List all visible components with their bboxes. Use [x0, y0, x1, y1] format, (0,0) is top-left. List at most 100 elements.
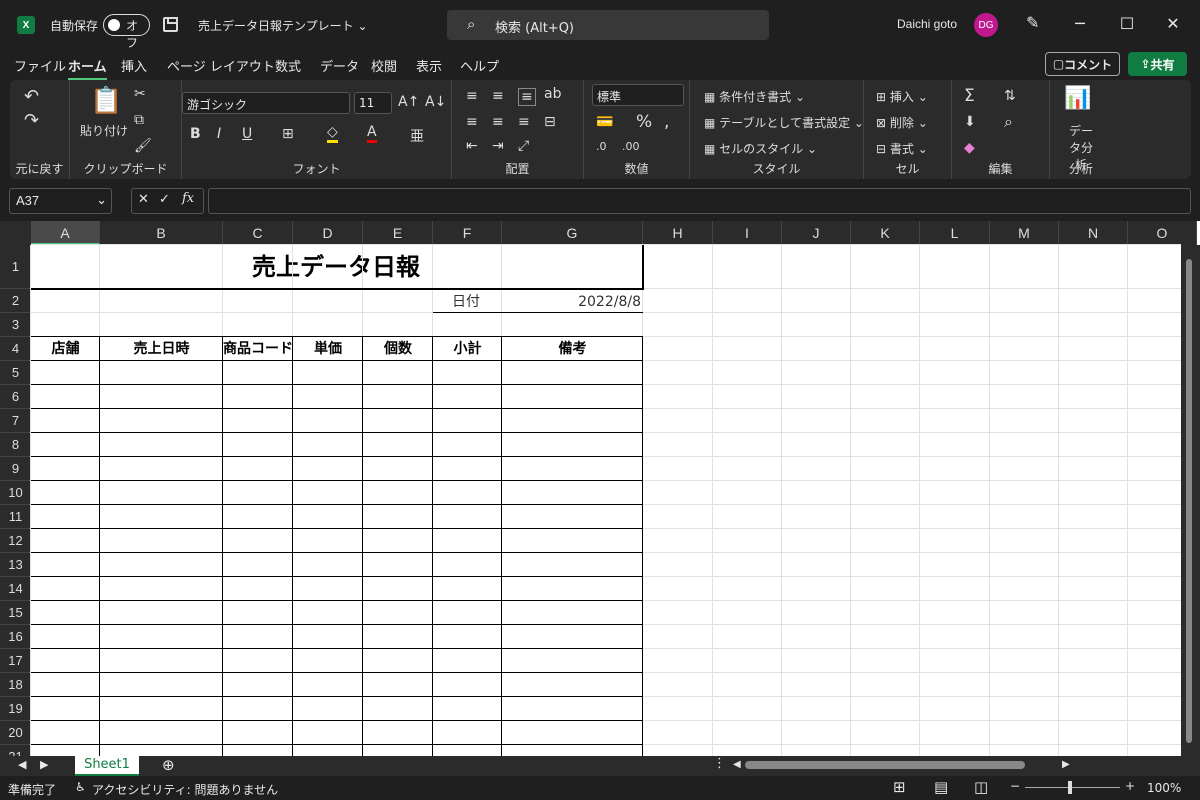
align-right-icon[interactable]: ≡ — [518, 114, 530, 130]
normal-view-icon[interactable]: ⊞ — [893, 778, 906, 796]
zoom-out-icon[interactable]: − — [1010, 779, 1020, 793]
font-shrink-icon[interactable]: A↓ — [425, 94, 446, 110]
font-color-icon[interactable]: A — [367, 124, 377, 143]
orientation-icon[interactable]: ⤢ — [518, 138, 529, 154]
menu-page-layout[interactable]: ページ レイアウト — [167, 56, 275, 75]
more-icon[interactable]: ⋮ — [713, 756, 726, 771]
table-header[interactable]: 備考 — [502, 337, 643, 361]
tab-sheet1[interactable]: Sheet1 — [75, 756, 139, 776]
horizontal-scrollbar[interactable] — [745, 761, 1025, 769]
row-header[interactable]: 13 — [0, 553, 31, 577]
table-header[interactable]: 小計 — [433, 337, 502, 361]
row-header[interactable]: 8 — [0, 433, 31, 457]
find-icon[interactable]: ⌕ — [1004, 112, 1013, 132]
file-name[interactable]: 売上データ日報テンプレート ⌄ — [198, 17, 368, 34]
autosave-toggle[interactable]: オフ — [103, 14, 150, 50]
conditional-format-button[interactable]: ▦ 条件付き書式 ⌄ — [704, 88, 805, 105]
row-header[interactable]: 1 — [0, 245, 31, 289]
column-header[interactable]: A — [31, 221, 100, 245]
align-middle-icon[interactable]: ≡ — [492, 88, 504, 104]
undo-icon[interactable]: ↶ — [24, 86, 39, 107]
row-header[interactable]: 6 — [0, 385, 31, 409]
currency-icon[interactable]: 💳 — [596, 114, 613, 130]
column-header[interactable]: L — [920, 221, 990, 245]
cell-style-button[interactable]: ▦ セルのスタイル ⌄ — [704, 140, 817, 157]
column-header[interactable]: F — [433, 221, 502, 245]
table-header[interactable]: 店舗 — [31, 337, 100, 361]
hscroll-left-icon[interactable]: ◀ — [733, 759, 741, 770]
align-center-icon[interactable]: ≡ — [492, 114, 504, 130]
comment-button[interactable]: ▢ コメント — [1045, 52, 1120, 76]
align-left-icon[interactable]: ≡ — [466, 114, 478, 130]
column-header[interactable]: O — [1128, 221, 1197, 245]
tab-prev-icon[interactable]: ◀ — [18, 758, 26, 771]
delete-cells-button[interactable]: ⊠ 削除 ⌄ — [876, 114, 928, 131]
table-header[interactable]: 売上日時 — [100, 337, 223, 361]
column-header[interactable]: C — [223, 221, 293, 245]
vertical-scrollbar[interactable] — [1181, 245, 1200, 756]
paste-icon[interactable]: 📋 — [90, 86, 122, 116]
menu-insert[interactable]: 挿入 — [121, 56, 147, 75]
redo-icon[interactable]: ↷ — [24, 110, 39, 131]
row-header[interactable]: 15 — [0, 601, 31, 625]
font-grow-icon[interactable]: A↑ — [398, 94, 419, 110]
table-header[interactable]: 商品コード — [223, 337, 293, 361]
column-header[interactable]: D — [293, 221, 363, 245]
search-box[interactable]: ⌕ 検索 (Alt+Q) — [447, 10, 769, 40]
row-header[interactable]: 12 — [0, 529, 31, 553]
scroll-thumb[interactable] — [1186, 259, 1192, 743]
date-label[interactable]: 日付 — [431, 290, 501, 314]
menu-review[interactable]: 校閲 — [371, 56, 397, 75]
table-format-button[interactable]: ▦ テーブルとして書式設定 ⌄ — [704, 114, 864, 131]
decrease-decimal-icon[interactable]: .00 — [622, 140, 640, 153]
accessibility-icon[interactable]: ♿ — [75, 780, 86, 794]
column-header[interactable]: N — [1059, 221, 1128, 245]
menu-formulas[interactable]: 数式 — [275, 56, 301, 75]
row-header[interactable]: 2 — [0, 289, 31, 313]
menu-home[interactable]: ホーム — [68, 56, 107, 81]
column-header[interactable]: I — [713, 221, 782, 245]
zoom-in-icon[interactable]: + — [1125, 779, 1135, 793]
clear-icon[interactable]: ◆ — [964, 140, 975, 156]
font-name-combo[interactable]: 游ゴシック — [182, 92, 350, 114]
page-layout-view-icon[interactable]: ▤ — [934, 778, 948, 796]
menu-help[interactable]: ヘルプ — [460, 56, 499, 75]
copy-icon[interactable]: ⧉ — [134, 112, 144, 128]
format-cells-button[interactable]: ⊟ 書式 ⌄ — [876, 140, 928, 157]
row-header[interactable]: 5 — [0, 361, 31, 385]
menu-file[interactable]: ファイル — [14, 56, 66, 75]
data-analysis-icon[interactable]: 📊 — [1064, 86, 1091, 111]
enter-icon[interactable]: ✓ — [159, 192, 170, 207]
row-header[interactable]: 20 — [0, 721, 31, 745]
hscroll-right-icon[interactable]: ▶ — [1062, 759, 1070, 770]
pen-icon[interactable]: ✎ — [1026, 13, 1039, 32]
select-all-corner[interactable] — [0, 221, 31, 245]
table-header[interactable]: 個数 — [363, 337, 433, 361]
row-header[interactable]: 16 — [0, 625, 31, 649]
increase-decimal-icon[interactable]: .0 — [596, 140, 607, 153]
font-size-combo[interactable]: 11 — [354, 92, 392, 114]
accessibility-status[interactable]: アクセシビリティ: 問題ありません — [92, 781, 278, 798]
sheet-title[interactable]: 売上データ日報 — [31, 245, 641, 289]
date-value[interactable]: 2022/8/8 — [501, 290, 641, 314]
zoom-slider[interactable] — [1025, 787, 1120, 788]
comma-icon[interactable]: , — [664, 112, 669, 132]
menu-data[interactable]: データ — [320, 56, 359, 75]
row-header[interactable]: 4 — [0, 337, 31, 361]
row-header[interactable]: 9 — [0, 457, 31, 481]
column-header[interactable]: J — [782, 221, 851, 245]
fill-icon[interactable]: ⬇ — [964, 114, 976, 130]
column-header[interactable]: B — [100, 221, 223, 245]
insert-function-icon[interactable]: fx — [182, 191, 194, 206]
row-header[interactable]: 21 — [0, 745, 31, 756]
cancel-icon[interactable]: ✕ — [138, 192, 149, 207]
percent-icon[interactable]: % — [636, 112, 652, 132]
row-header[interactable]: 19 — [0, 697, 31, 721]
number-format-combo[interactable]: 標準 — [592, 84, 684, 106]
zoom-level[interactable]: 100% — [1147, 781, 1181, 795]
align-bottom-icon[interactable]: ≡ — [518, 88, 536, 106]
italic-icon[interactable]: I — [217, 126, 221, 142]
format-painter-icon[interactable]: 🖌 — [134, 138, 152, 154]
table-header[interactable]: 単価 — [293, 337, 363, 361]
row-header[interactable]: 14 — [0, 577, 31, 601]
